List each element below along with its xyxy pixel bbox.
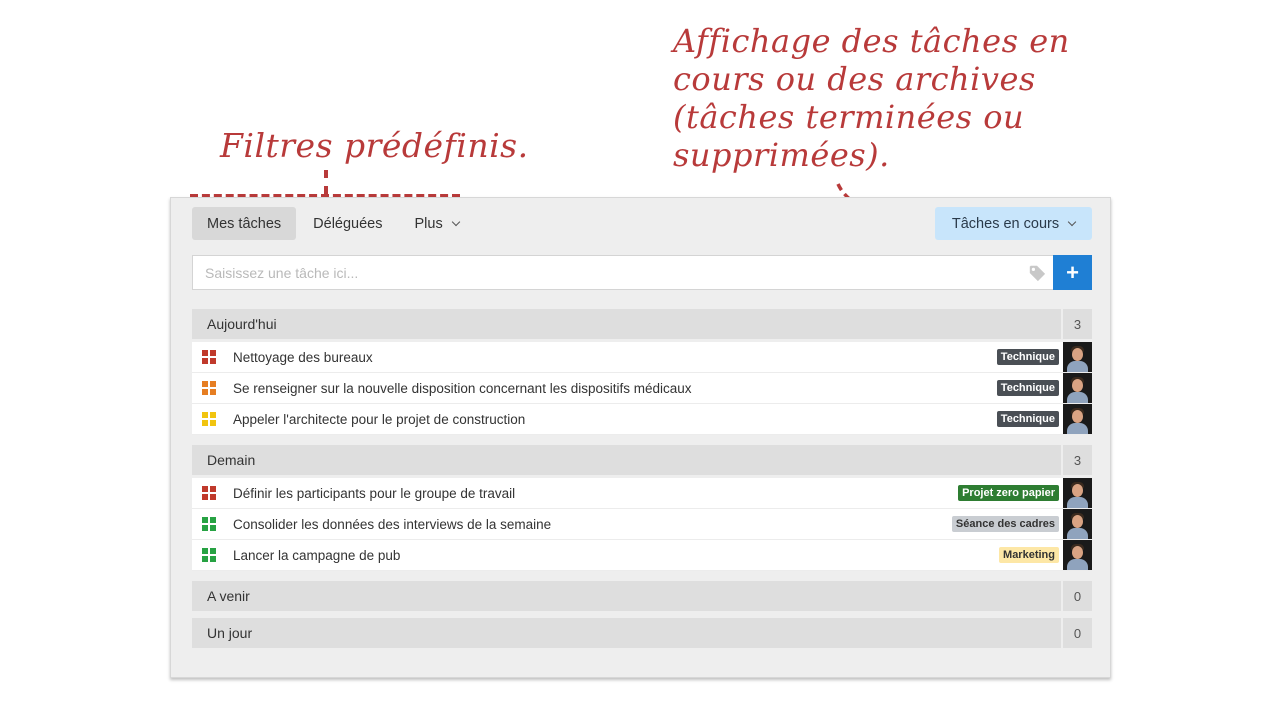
tasks-panel: Mes tâches Déléguées Plus Tâches en cour… <box>170 197 1111 678</box>
annotation-pointer <box>324 170 328 194</box>
annotation-filters: Filtres prédéfinis. <box>220 126 529 165</box>
task-label[interactable]: Appeler l'architecte pour le projet de c… <box>233 412 997 427</box>
group-header[interactable]: A venir 0 <box>192 581 1092 611</box>
priority-icon[interactable] <box>202 486 216 500</box>
priority-icon[interactable] <box>202 517 216 531</box>
task-tag[interactable]: Séance des cadres <box>951 516 1059 532</box>
task-tag[interactable]: Marketing <box>999 547 1059 563</box>
group-title[interactable]: Un jour <box>192 618 1061 648</box>
avatar[interactable] <box>1063 373 1092 403</box>
plus-icon: + <box>1066 259 1079 285</box>
group-title[interactable]: A venir <box>192 581 1061 611</box>
task-row[interactable]: Nettoyage des bureaux Technique <box>192 342 1092 373</box>
group-count: 0 <box>1063 581 1092 611</box>
tab-my-tasks[interactable]: Mes tâches <box>192 207 297 240</box>
annotation-archive-line: cours ou des archives <box>673 60 1036 98</box>
task-row[interactable]: Lancer la campagne de pub Marketing <box>192 540 1092 571</box>
tab-more[interactable]: Plus <box>399 207 473 240</box>
tab-label: Plus <box>414 215 443 232</box>
group-header[interactable]: Aujourd'hui 3 <box>192 309 1092 339</box>
task-groups: Aujourd'hui 3 Nettoyage des bureaux Techniq… <box>192 309 1092 655</box>
tab-label: Déléguées <box>313 215 383 232</box>
priority-icon[interactable] <box>202 412 216 426</box>
annotation-archive-line: (tâches terminées ou <box>673 98 1025 136</box>
chevron-down-icon <box>451 217 460 226</box>
task-label[interactable]: Définir les participants pour le groupe … <box>233 486 958 501</box>
tab-delegated[interactable]: Déléguées <box>298 207 397 240</box>
task-tag[interactable]: Technique <box>996 411 1059 427</box>
group-header[interactable]: Demain 3 <box>192 445 1092 475</box>
avatar[interactable] <box>1063 342 1092 372</box>
task-tag[interactable]: Projet zero papier <box>958 485 1059 501</box>
avatar[interactable] <box>1063 509 1092 539</box>
tab-label: Mes tâches <box>207 215 282 232</box>
task-tag[interactable]: Technique <box>996 349 1059 365</box>
group-count: 0 <box>1063 618 1092 648</box>
task-row[interactable]: Appeler l'architecte pour le projet de c… <box>192 404 1092 435</box>
task-tag[interactable]: Technique <box>996 380 1059 396</box>
priority-icon[interactable] <box>202 350 216 364</box>
group-count: 3 <box>1063 309 1092 339</box>
task-label[interactable]: Nettoyage des bureaux <box>233 350 997 365</box>
task-row[interactable]: Se renseigner sur la nouvelle dispositio… <box>192 373 1092 404</box>
priority-icon[interactable] <box>202 548 216 562</box>
avatar[interactable] <box>1063 540 1092 570</box>
task-row[interactable]: Consolider les données des interviews de… <box>192 509 1092 540</box>
tag-icon[interactable] <box>1028 264 1046 282</box>
group-header[interactable]: Un jour 0 <box>192 618 1092 648</box>
annotation-archive-line: supprimées). <box>673 136 890 174</box>
group-title[interactable]: Demain <box>192 445 1061 475</box>
task-input[interactable] <box>192 255 1053 290</box>
task-row[interactable]: Définir les participants pour le groupe … <box>192 478 1092 509</box>
avatar[interactable] <box>1063 478 1092 508</box>
status-label: Tâches en cours <box>951 215 1060 232</box>
task-input-row: + <box>192 255 1092 290</box>
chevron-down-icon <box>1067 217 1077 226</box>
group-title[interactable]: Aujourd'hui <box>192 309 1061 339</box>
task-label[interactable]: Se renseigner sur la nouvelle dispositio… <box>233 381 997 396</box>
task-list: Nettoyage des bureaux Technique Se renseig… <box>192 342 1092 435</box>
task-label[interactable]: Lancer la campagne de pub <box>233 548 999 563</box>
task-label[interactable]: Consolider les données des interviews de… <box>233 517 952 532</box>
filter-tabs: Mes tâches Déléguées Plus <box>192 207 474 240</box>
avatar[interactable] <box>1063 404 1092 434</box>
task-status-dropdown[interactable]: Tâches en cours <box>935 207 1092 240</box>
priority-icon[interactable] <box>202 381 216 395</box>
group-count: 3 <box>1063 445 1092 475</box>
annotation-archive-line: Affichage des tâches en <box>673 22 1070 60</box>
annotation-archive: Affichage des tâches en cours ou des arc… <box>673 22 1070 174</box>
task-list: Définir les participants pour le groupe … <box>192 478 1092 571</box>
add-task-button[interactable]: + <box>1053 255 1092 290</box>
